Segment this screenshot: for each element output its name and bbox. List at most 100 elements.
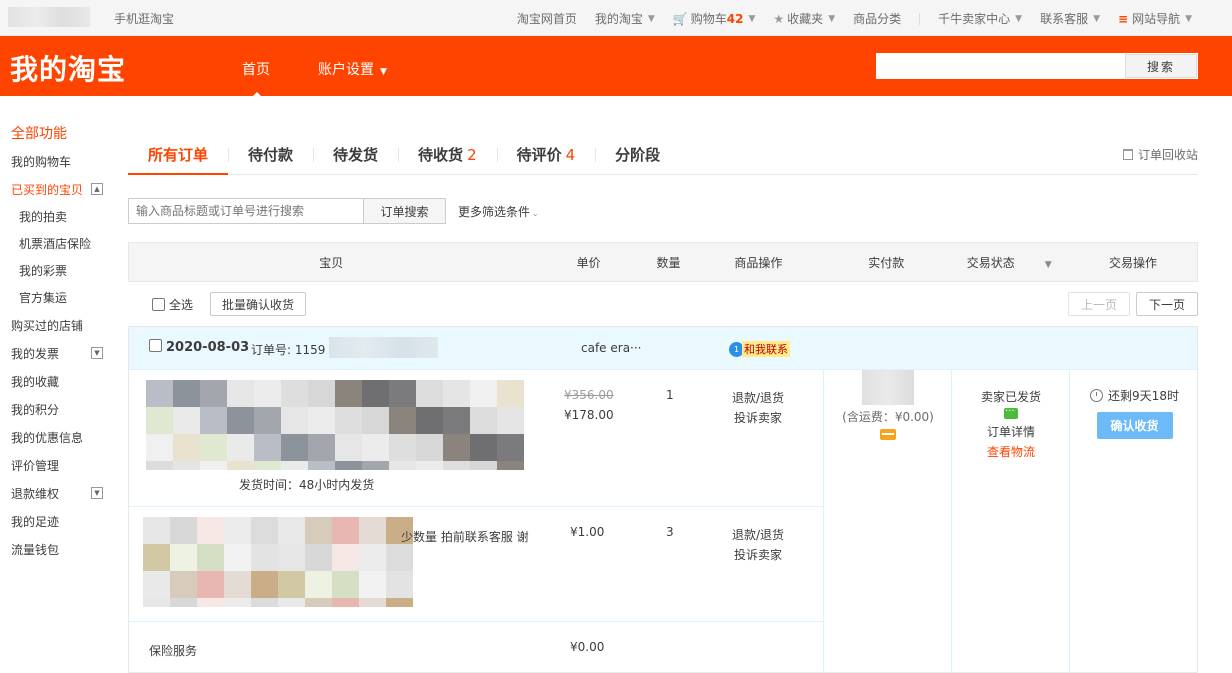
sidebar-item-invoice[interactable]: 我的发票 ▼ [0, 340, 120, 368]
blur-tile [224, 571, 251, 598]
sidebar-item-data-wallet[interactable]: 流量钱包 [0, 536, 120, 564]
select-all[interactable]: 全选 [148, 296, 193, 313]
blur-tile [173, 461, 200, 470]
collapse-icon[interactable]: ▲ [91, 183, 103, 195]
top-link-site-nav[interactable]: ≡ 网站导航 ▼ [1118, 10, 1192, 27]
refund-link[interactable]: 退款/退货 [732, 525, 784, 545]
blur-tile [470, 434, 497, 461]
top-link-home[interactable]: 淘宝网首页 [517, 10, 577, 27]
blur-tile [224, 517, 251, 544]
refund-link[interactable]: 退款/退货 [732, 388, 784, 408]
blur-tile [389, 461, 416, 470]
tab-pending-payment[interactable]: 待付款 [228, 144, 313, 174]
complain-link[interactable]: 投诉卖家 [732, 545, 784, 565]
col-item: 宝贝 [319, 255, 344, 270]
tab-pending-shipment[interactable]: 待发货 [313, 144, 398, 174]
blur-tile [170, 598, 197, 607]
complain-link[interactable]: 投诉卖家 [732, 408, 784, 428]
contact-seller[interactable]: 1 和我联系 [729, 341, 790, 357]
mobile-taobao-link[interactable]: 手机逛淘宝 [114, 10, 174, 27]
track-shipment-link[interactable]: 查看物流 [953, 442, 1069, 462]
sidebar-item-label: 我的购物车 [11, 155, 72, 169]
item-actions: 退款/退货 投诉卖家 [732, 388, 784, 428]
header-search-input[interactable] [876, 53, 1125, 79]
top-link-my-taobao[interactable]: 我的淘宝 ▼ [595, 10, 655, 27]
sidebar-item-shops[interactable]: 购买过的店铺 [0, 312, 120, 340]
blur-tile [197, 571, 224, 598]
chat-icon[interactable] [1004, 402, 1018, 422]
next-page-button[interactable]: 下一页 [1136, 292, 1198, 316]
top-link-seller-center[interactable]: 千牛卖家中心 ▼ [938, 10, 1022, 27]
more-filters-toggle[interactable]: 更多筛选条件 ⌄ [458, 203, 539, 220]
blur-tile [170, 571, 197, 598]
blur-tile [386, 598, 413, 607]
select-all-checkbox[interactable] [152, 297, 165, 311]
blur-tile [308, 434, 335, 461]
nav-account-settings[interactable]: 账户设置 ▼ [318, 59, 387, 79]
blur-tile [359, 544, 386, 571]
top-link-categories[interactable]: 商品分类 [853, 10, 901, 27]
blur-tile [173, 380, 200, 407]
sidebar-item-consolidation[interactable]: 官方集运 [0, 285, 120, 312]
order-detail-link[interactable]: 订单详情 [953, 422, 1069, 442]
prev-page-button[interactable]: 上一页 [1068, 292, 1130, 316]
order-search-input[interactable] [128, 198, 364, 224]
blur-tile [332, 598, 359, 607]
expand-icon[interactable]: ▼ [91, 487, 103, 499]
sidebar-item-coupons[interactable]: 我的优惠信息 [0, 424, 120, 452]
blur-tile [335, 461, 362, 470]
order-search-button[interactable]: 订单搜索 [364, 198, 446, 224]
blur-tile [197, 544, 224, 571]
top-link-customer-service[interactable]: 联系客服 ▼ [1040, 10, 1100, 27]
blur-tile [305, 517, 332, 544]
top-link-cart[interactable]: 🛒 购物车 42 ▼ [673, 10, 756, 27]
sidebar-item-favorites[interactable]: 我的收藏 [0, 368, 120, 396]
trade-action-cell: 还剩9天18时 确认收货 [1071, 370, 1198, 672]
product-image-blurred[interactable] [143, 517, 413, 607]
chevron-down-icon: ▼ [1093, 13, 1100, 24]
blur-tile [143, 571, 170, 598]
tab-installments[interactable]: 分阶段 [595, 144, 680, 174]
header-search-button[interactable]: 搜索 [1125, 54, 1197, 78]
sidebar-item-cart[interactable]: 我的购物车 [0, 148, 120, 176]
blur-tile [359, 517, 386, 544]
col-status[interactable]: 交易状态 ▼ [949, 254, 1069, 271]
product-image-blurred[interactable] [146, 380, 524, 470]
sidebar-item-bought[interactable]: 已买到的宝贝 ▲ [0, 176, 120, 204]
tab-all-orders[interactable]: 所有订单 [128, 144, 229, 175]
tab-pending-review[interactable]: 待评价 4 [496, 144, 596, 174]
time-remaining: 还剩9天18时 [1071, 387, 1198, 404]
user-name-blurred[interactable] [8, 7, 90, 27]
insurance-label: 保险服务 [149, 644, 198, 658]
order-checkbox[interactable] [149, 339, 162, 352]
sidebar-item-reviews[interactable]: 评价管理 [0, 452, 120, 480]
sidebar-item-lottery[interactable]: 我的彩票 [0, 258, 120, 285]
sidebar-item-footprints[interactable]: 我的足迹 [0, 508, 120, 536]
sidebar-item-points[interactable]: 我的积分 [0, 396, 120, 424]
sidebar-item-auction[interactable]: 我的拍卖 [0, 204, 120, 231]
logo[interactable]: 我的淘宝 [10, 48, 126, 88]
col-item-actions: 商品操作 [734, 255, 783, 270]
expand-icon[interactable]: ▼ [91, 347, 103, 359]
sidebar-item-travel-insurance[interactable]: 机票酒店保险 [0, 231, 120, 258]
batch-confirm-button[interactable]: 批量确认收货 [210, 292, 307, 316]
header-search: 搜索 [876, 53, 1198, 79]
blur-tile [251, 598, 278, 607]
product-title[interactable]: 少数量 拍前联系客服 谢 [401, 528, 529, 545]
sidebar-title[interactable]: 全部功能 [0, 120, 120, 148]
top-link-favorites[interactable]: ★ 收藏夹 ▼ [773, 10, 835, 27]
site-top-bar: 手机逛淘宝 淘宝网首页 我的淘宝 ▼ 🛒 购物车 42 ▼ ★ 收藏夹 ▼ 商品分类 千牛卖… [0, 0, 1232, 36]
recycle-bin-link[interactable]: 订单回收站 [1122, 146, 1198, 163]
nav-home[interactable]: 首页 [242, 59, 270, 98]
select-all-label: 全选 [169, 297, 194, 312]
confirm-receipt-button[interactable]: 确认收货 [1096, 412, 1173, 439]
top-link-customer-service-label: 联系客服 [1040, 12, 1089, 26]
tab-pending-receipt[interactable]: 待收货 2 [398, 144, 497, 174]
sidebar-item-refunds[interactable]: 退款维权 ▼ [0, 480, 120, 508]
blur-tile [251, 517, 278, 544]
blur-tile [386, 544, 413, 571]
sidebar-item-label: 官方集运 [19, 291, 68, 305]
shop-name[interactable]: cafe era··· [581, 341, 642, 355]
blur-tile [332, 517, 359, 544]
blur-tile [143, 517, 170, 544]
